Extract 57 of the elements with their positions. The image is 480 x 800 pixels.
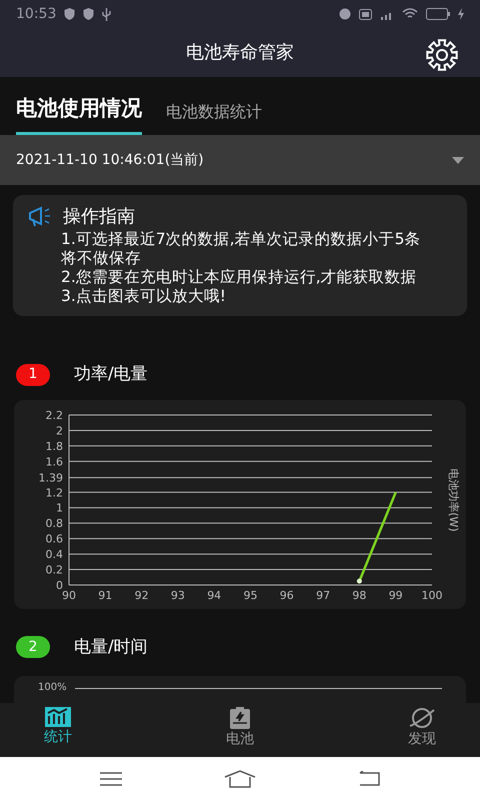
x-tick-label: 100 [422,588,442,602]
y-tick-label: 0.8 [46,516,63,530]
y-tick-label: 0.4 [46,548,63,561]
menu-icon[interactable] [98,770,123,786]
section-title: 功率/电量 [74,363,148,386]
y-tick-label: 1.2 [46,486,63,499]
nav-tab[interactable]: 统计 [24,703,92,757]
x-tick-label: 99 [388,588,403,602]
home-icon[interactable] [224,770,256,788]
charging-icon [458,8,464,20]
x-tick-label: 96 [280,588,294,602]
data-point [356,578,362,584]
y-tick-label: 0 [56,578,63,592]
y-tick-label: 2.2 [46,408,63,422]
battery-icon [426,8,450,20]
wifi-icon [402,8,418,20]
app-title: 电池寿命管家 [186,41,294,65]
usb-icon [102,8,112,20]
shield-icon [64,8,76,20]
x-tick-label: 97 [316,588,330,602]
status-time: 10:53 [16,4,56,24]
x-tick-label: 90 [62,588,76,602]
section-number: 2 [16,636,50,658]
y-tick-label: 100% [38,681,67,695]
y-tick-label: 1.6 [46,454,63,468]
x-tick-label: 95 [244,588,258,602]
record-dropdown[interactable]: 2021-11-10 10:46:01(当前) [0,135,480,185]
bar-chart-icon [45,707,71,727]
y-tick-label: 1.8 [46,439,63,452]
y-tick-label: 1.39 [38,471,63,484]
hd-icon [359,8,372,20]
guide-title: 操作指南 [63,205,135,229]
guide-text: 1.可选择最近7次的数据,若单次记录的数据小于5条将不做保存 [60,230,422,268]
x-tick-label: 91 [98,588,112,602]
nav-tab[interactable]: 电池 [206,703,274,757]
section-number: 1 [16,364,50,386]
planet-icon [408,707,436,729]
x-tick-label: 92 [134,588,149,602]
back-icon[interactable] [357,770,382,786]
y-tick-label: 0.6 [46,532,63,546]
section-title: 电量/时间 [74,636,148,658]
nav-tab[interactable]: 发现 [388,703,456,757]
settings-icon[interactable] [426,39,458,71]
alarm-icon [339,8,351,20]
y-tick-label: 0.2 [46,563,63,576]
guide-text: 2.您需要在充电时让本应用保持运行,才能获取数据 [60,268,418,287]
tab[interactable]: 电池数据统计 [166,94,262,135]
battery-charging-icon [230,707,250,729]
y-tick-label: 1 [56,501,63,514]
guide-text: 3.点击图表可以放大哦! [60,287,228,306]
x-tick-label: 94 [207,588,222,602]
shield-icon [83,8,94,20]
y-tick-label: 2 [56,424,63,437]
dropdown-caret-icon [452,156,464,164]
y-axis-label: 电池功率(W) [447,468,460,532]
x-tick-label: 93 [170,588,185,602]
x-tick-label: 98 [352,588,366,602]
